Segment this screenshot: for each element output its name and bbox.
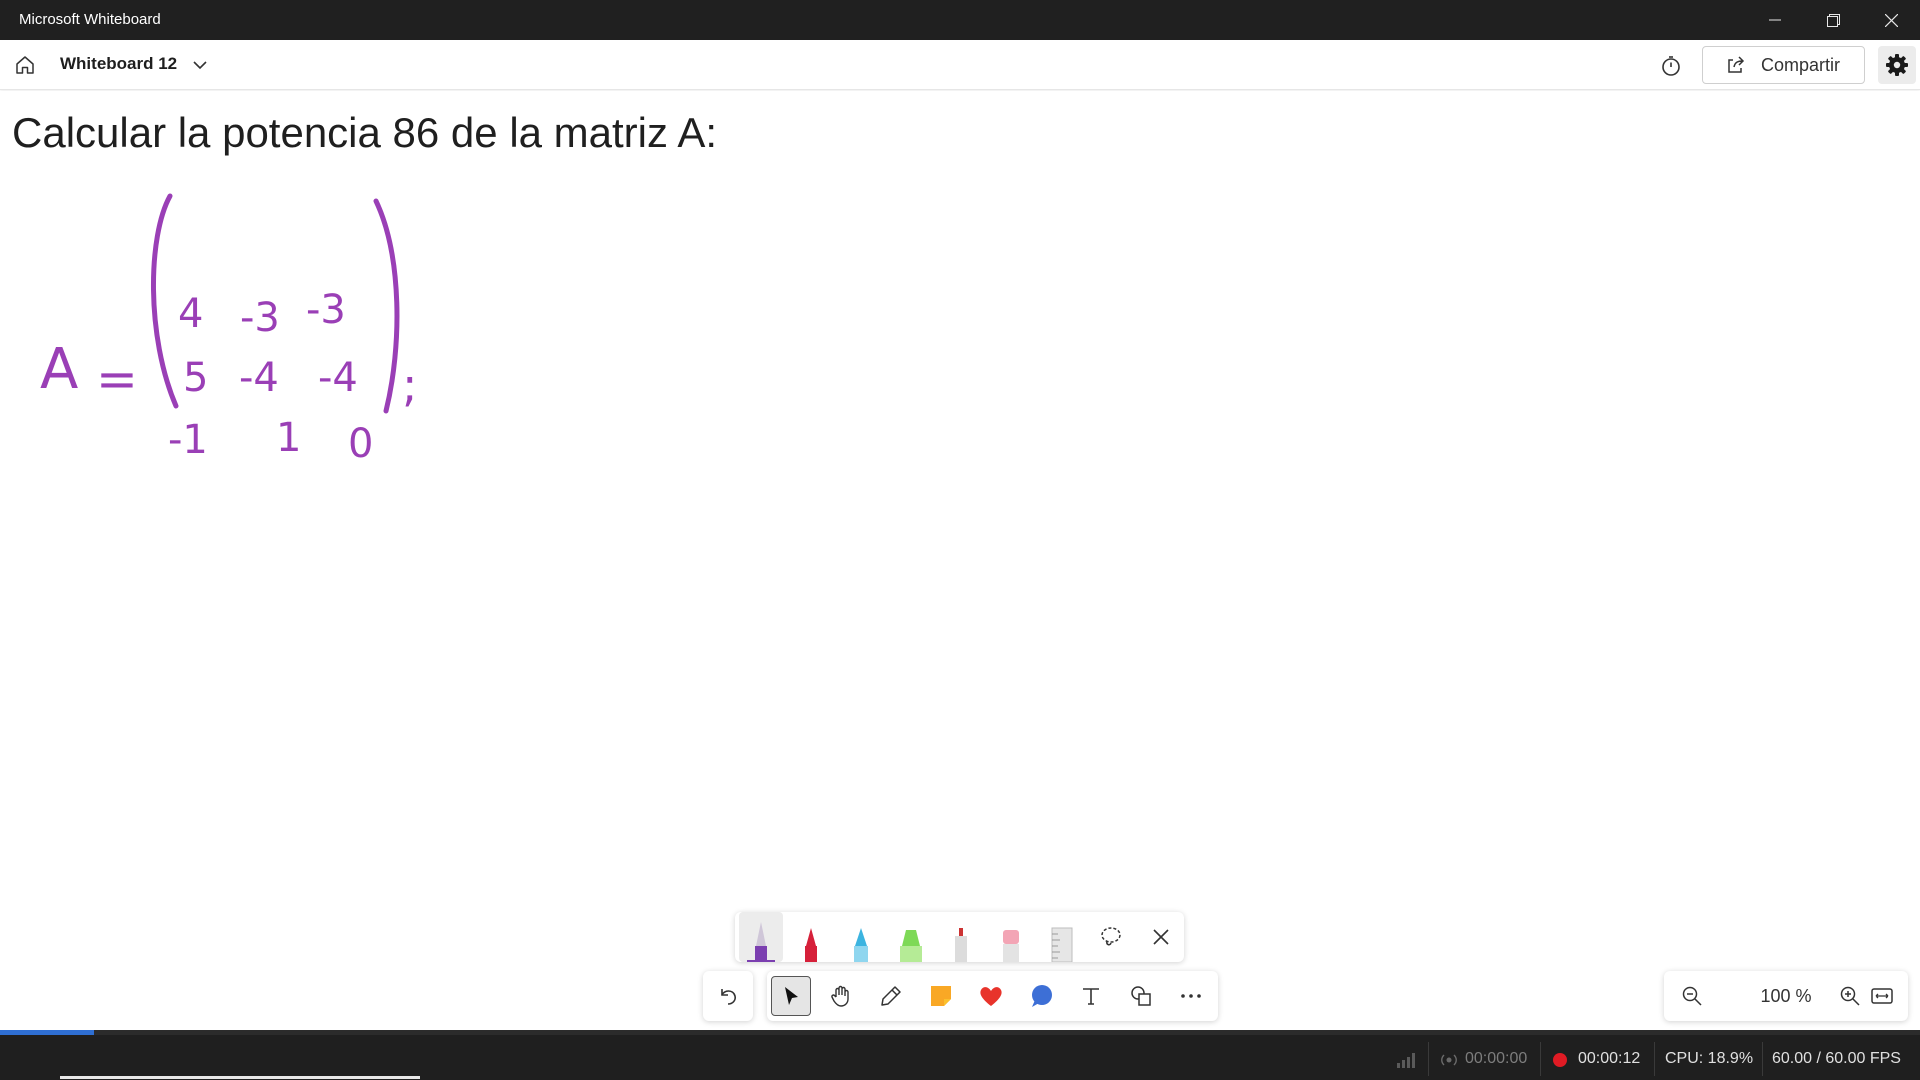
comment-tool[interactable] xyxy=(1021,976,1061,1016)
ink-cell: -3 xyxy=(240,295,280,341)
pen-silver-button[interactable] xyxy=(939,912,983,962)
ink-right-paren xyxy=(373,198,400,414)
ruler-icon xyxy=(1051,927,1073,962)
separator xyxy=(1654,1042,1655,1076)
comment-icon xyxy=(1032,985,1052,1007)
matrix-ink-drawing[interactable]: A = 4 -3 -3 5 -4 -4 -1 1 0 ; xyxy=(30,191,450,481)
minimize-button[interactable] xyxy=(1747,0,1803,40)
eraser-button[interactable] xyxy=(989,912,1033,962)
ink-cell: 0 xyxy=(348,421,373,467)
ink-cell: -4 xyxy=(318,355,358,401)
separator xyxy=(1762,1042,1763,1076)
main-toolbar xyxy=(703,971,1218,1021)
ruler-button[interactable] xyxy=(1039,912,1083,962)
shapes-icon xyxy=(1131,986,1151,1006)
reactions-icon xyxy=(980,987,1002,1006)
text-icon xyxy=(1083,988,1099,1005)
ink-cell: 1 xyxy=(276,415,301,461)
pen-silver-icon xyxy=(955,928,967,962)
header-bar: Whiteboard 12 Compartir xyxy=(0,40,1920,90)
settings-button[interactable] xyxy=(1878,46,1916,84)
fit-to-screen-button[interactable] xyxy=(1862,976,1902,1016)
ink-cell: 4 xyxy=(178,291,203,337)
shapes-tool[interactable] xyxy=(1121,976,1161,1016)
home-icon xyxy=(16,56,34,74)
fit-to-screen-icon xyxy=(1871,988,1893,1004)
sticky-note-tool[interactable] xyxy=(921,976,961,1016)
pan-hand-icon xyxy=(831,985,849,1007)
close-tray-button[interactable] xyxy=(1139,912,1183,962)
minimize-icon xyxy=(1769,19,1781,21)
cpu-usage: CPU: 18.9% xyxy=(1665,1050,1754,1067)
ink-tray xyxy=(735,912,1184,962)
more-icon xyxy=(1181,994,1201,998)
separator xyxy=(1540,1042,1541,1076)
taskbar-indicator xyxy=(60,1076,420,1079)
tools-group xyxy=(767,971,1218,1021)
zoom-level: 100 % xyxy=(1760,986,1812,1006)
highlighter-green-icon xyxy=(900,930,922,962)
whiteboard-canvas[interactable]: Calcular la potencia 86 de la matriz A: … xyxy=(0,91,1920,1029)
close-window-button[interactable] xyxy=(1863,0,1919,40)
sticky-note-icon xyxy=(931,986,951,1006)
pen-red-icon xyxy=(805,928,817,962)
text-tool[interactable] xyxy=(1071,976,1111,1016)
ink-terminator: ; xyxy=(402,358,418,412)
inking-icon xyxy=(881,986,901,1006)
recording-status-bar: 00:00:00 00:00:12 CPU: 18.9% 60.00 / 60.… xyxy=(0,1030,1920,1080)
ink-lhs: A xyxy=(40,337,78,402)
pan-tool[interactable] xyxy=(821,976,861,1016)
record-icon xyxy=(1553,1053,1567,1067)
progress-indicator xyxy=(0,1030,94,1035)
separator xyxy=(1428,1042,1429,1076)
zoom-in-icon xyxy=(1840,986,1860,1006)
restore-button[interactable] xyxy=(1805,0,1861,40)
pen-red-button[interactable] xyxy=(789,912,833,962)
share-button[interactable]: Compartir xyxy=(1702,46,1865,84)
timer-icon[interactable] xyxy=(1658,53,1684,79)
pen-purple-button[interactable] xyxy=(739,912,783,962)
ink-cell: -3 xyxy=(306,287,346,333)
ink-cell: -4 xyxy=(239,355,279,401)
progress-strip xyxy=(0,1030,1920,1035)
select-tool[interactable] xyxy=(771,976,811,1016)
reactions-tool[interactable] xyxy=(971,976,1011,1016)
recording-timer: 00:00:12 xyxy=(1578,1050,1641,1067)
close-icon xyxy=(1884,13,1898,27)
board-title[interactable]: Whiteboard 12 xyxy=(60,54,177,74)
lasso-button[interactable] xyxy=(1089,912,1133,962)
signal-icon xyxy=(1397,1053,1415,1068)
pen-blue-button[interactable] xyxy=(839,912,883,962)
canvas-heading[interactable]: Calcular la potencia 86 de la matriz A: xyxy=(12,109,717,157)
undo-icon xyxy=(721,989,736,1005)
close-icon xyxy=(1153,929,1169,945)
chevron-down-icon[interactable] xyxy=(190,55,210,75)
share-label: Compartir xyxy=(1761,54,1841,75)
ink-left-paren xyxy=(150,193,179,409)
ink-cell: 5 xyxy=(183,355,208,401)
zoom-out-button[interactable] xyxy=(1672,976,1712,1016)
live-timer: 00:00:00 xyxy=(1465,1050,1528,1067)
zoom-out-icon xyxy=(1682,986,1702,1006)
pen-purple-icon xyxy=(747,922,775,962)
share-icon xyxy=(1728,56,1745,73)
pen-blue-icon xyxy=(854,928,868,962)
eraser-icon xyxy=(1003,930,1019,962)
ink-cell: -1 xyxy=(168,417,208,463)
restore-icon xyxy=(1826,13,1840,27)
fps-counter: 60.00 / 60.00 FPS xyxy=(1772,1050,1901,1067)
home-button[interactable] xyxy=(12,52,38,78)
select-icon xyxy=(785,987,798,1005)
zoom-controls: 100 % xyxy=(1664,971,1908,1021)
gear-icon xyxy=(1886,54,1908,76)
broadcast-icon xyxy=(1441,1054,1457,1066)
lasso-icon xyxy=(1101,927,1121,946)
ink-equals: = xyxy=(96,350,138,408)
undo-button[interactable] xyxy=(703,971,753,1021)
inking-tool[interactable] xyxy=(871,976,911,1016)
highlighter-green-button[interactable] xyxy=(889,912,933,962)
title-bar: Microsoft Whiteboard xyxy=(0,0,1920,40)
more-tools-button[interactable] xyxy=(1171,976,1211,1016)
app-title: Microsoft Whiteboard xyxy=(19,11,161,28)
